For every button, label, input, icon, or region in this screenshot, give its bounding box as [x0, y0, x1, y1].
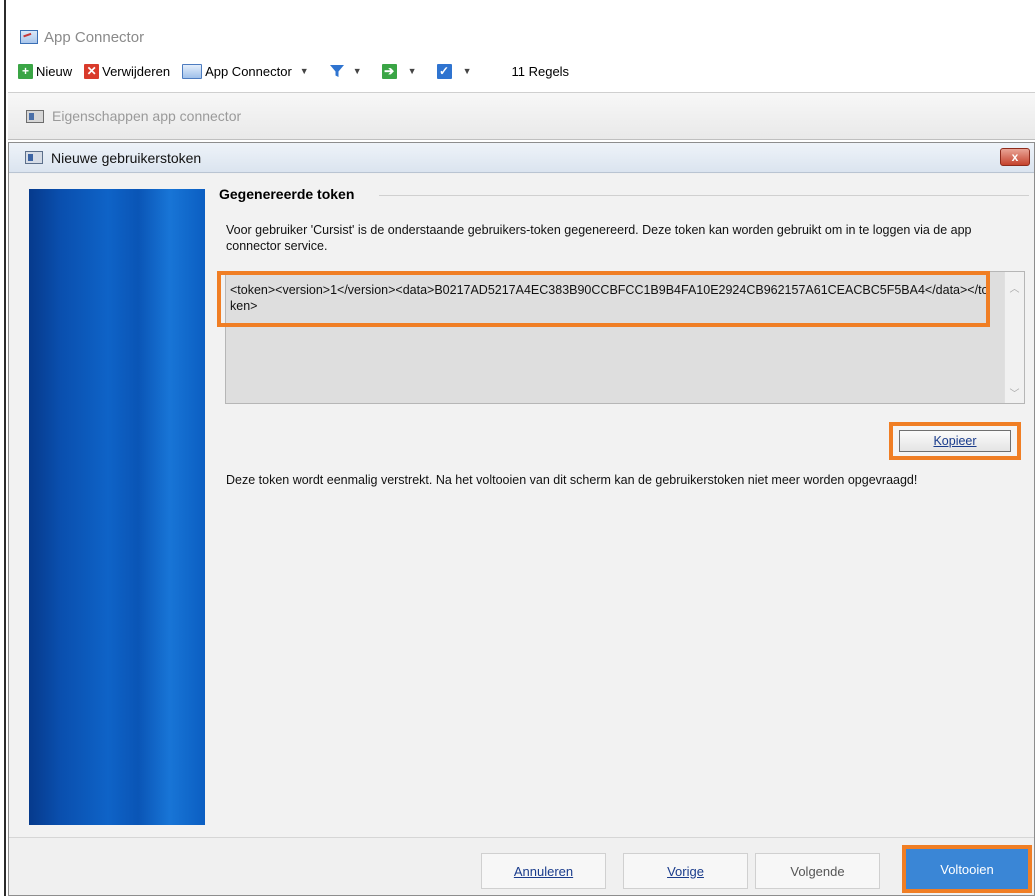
cancel-button[interactable]: Annuleren [481, 853, 606, 889]
token-description: Voor gebruiker 'Cursist' is de onderstaa… [226, 223, 972, 253]
properties-title: Eigenschappen app connector [52, 108, 242, 124]
toolbar: + Nieuw ✕ Verwijderen App Connector ▼ ▼ … [8, 56, 1035, 86]
finish-button[interactable]: Voltooien [902, 845, 1032, 893]
check-dropdown[interactable]: ✓ ▼ [436, 63, 480, 79]
rules-count: 11 Regels [511, 63, 570, 79]
chevron-down-icon: ▼ [299, 66, 309, 76]
app-connector-dropdown[interactable]: App Connector ▼ [182, 63, 317, 79]
scroll-up-icon[interactable]: ︿ [1005, 278, 1024, 296]
app-window-icon [20, 30, 38, 44]
dialog-window-icon [25, 151, 43, 164]
delete-button-label: Verwijderen [102, 63, 171, 79]
filter-dropdown[interactable]: ▼ [329, 63, 370, 79]
close-button[interactable]: x [1000, 148, 1030, 166]
token-scrollbar[interactable]: ︿ ﹀ [1004, 272, 1024, 403]
app-connector-dropdown-label: App Connector [205, 63, 292, 79]
delete-x-icon: ✕ [84, 63, 100, 79]
outer-window-edge [0, 0, 6, 896]
chevron-down-icon: ▼ [352, 66, 362, 76]
side-banner [29, 189, 205, 825]
chevron-down-icon: ▼ [407, 66, 417, 76]
token-highlight-frame [217, 271, 990, 327]
arrow-right-icon: ➔ [381, 63, 397, 79]
checkbox-icon: ✓ [436, 63, 452, 79]
next-button[interactable]: Volgende [755, 853, 880, 889]
scroll-down-icon[interactable]: ﹀ [1005, 383, 1024, 401]
dialog-title: Nieuwe gebruikerstoken [51, 149, 202, 166]
section-title: Gegenereerde token [219, 186, 355, 202]
app-title-bar: App Connector [8, 22, 1035, 52]
dialog-content: Gegenereerde token Voor gebruiker 'Cursi… [9, 174, 1034, 837]
new-button-label: Nieuw [36, 63, 73, 79]
copy-button-highlight: Kopieer [889, 422, 1021, 460]
filter-icon [329, 65, 344, 77]
token-warning: Deze token wordt eenmalig verstrekt. Na … [226, 473, 918, 487]
window-icon [182, 63, 203, 79]
new-button[interactable]: + Nieuw [18, 63, 73, 79]
export-dropdown[interactable]: ➔ ▼ [381, 63, 425, 79]
app-title: App Connector [44, 28, 145, 46]
delete-button[interactable]: ✕ Verwijderen [84, 63, 171, 79]
properties-bar: Eigenschappen app connector [8, 92, 1035, 140]
copy-button[interactable]: Kopieer [899, 430, 1011, 452]
close-icon: x [1011, 150, 1019, 164]
properties-window-icon [26, 109, 44, 123]
dialog-title-bar: Nieuwe gebruikerstoken x [9, 143, 1034, 173]
plus-icon: + [18, 63, 33, 79]
dialog-footer: Annuleren Vorige Volgende Voltooien [9, 837, 1034, 895]
section-divider [379, 195, 1029, 196]
new-user-token-dialog: Nieuwe gebruikerstoken x Gegenereerde to… [8, 142, 1035, 896]
previous-button[interactable]: Vorige [623, 853, 748, 889]
chevron-down-icon: ▼ [462, 66, 472, 76]
